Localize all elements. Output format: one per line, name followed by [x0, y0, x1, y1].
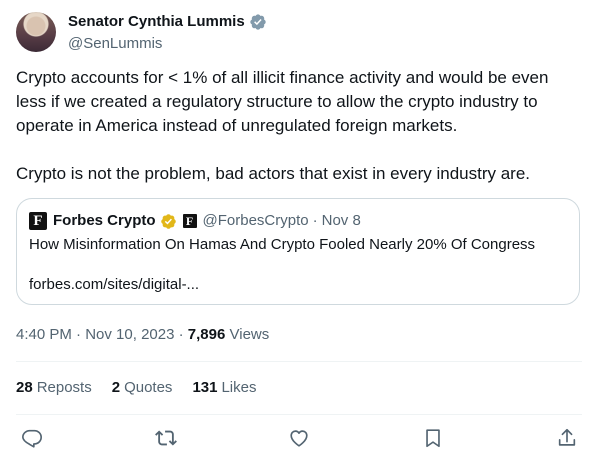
- tweet-text: Crypto accounts for < 1% of all illicit …: [16, 66, 582, 186]
- reposts-count: 28: [16, 379, 33, 396]
- affiliate-badge-icon: F: [182, 214, 197, 228]
- likes-label: Likes: [221, 379, 257, 396]
- repost-icon: [155, 430, 177, 446]
- author-handle[interactable]: @SenLummis: [68, 34, 267, 54]
- author-name[interactable]: Senator Cynthia Lummis: [68, 12, 245, 32]
- reposts-label: Reposts: [36, 379, 92, 396]
- quotes-count: 2: [111, 379, 121, 396]
- separator-dot: ·: [178, 326, 184, 343]
- quote-author-handle[interactable]: @ForbesCrypto: [203, 211, 309, 231]
- likes-stat[interactable]: 131 Likes: [192, 378, 256, 398]
- divider: [16, 414, 582, 415]
- author-block: Senator Cynthia Lummis @SenLummis: [68, 12, 267, 54]
- reposts-stat[interactable]: 28 Reposts: [16, 378, 92, 398]
- likes-count: 131: [192, 379, 218, 396]
- divider: [16, 361, 582, 362]
- quote-header: F Forbes Crypto F @ForbesCrypto · Nov 8: [29, 211, 361, 231]
- views-count: 7,896: [187, 326, 226, 343]
- bookmark-button[interactable]: [421, 426, 445, 450]
- forbes-avatar[interactable]: F: [29, 212, 47, 230]
- quote-text: How Misinformation On Hamas And Crypto F…: [29, 236, 536, 253]
- tweet-time[interactable]: 4:40 PM: [16, 326, 72, 343]
- tweet-meta: 4:40 PM · Nov 10, 2023 · 7,896 Views: [16, 325, 269, 345]
- verified-gold-badge-icon: [160, 213, 176, 229]
- action-bar: [0, 422, 598, 456]
- quoted-tweet-card[interactable]: F Forbes Crypto F @ForbesCrypto · Nov 8 …: [16, 198, 580, 305]
- separator-dot: ·: [76, 326, 82, 343]
- views-label: Views: [229, 326, 270, 343]
- quote-link[interactable]: forbes.com/sites/digital-...: [29, 275, 199, 295]
- share-button[interactable]: [555, 426, 579, 450]
- separator-dot: ·: [312, 212, 318, 229]
- like-button[interactable]: [287, 426, 311, 450]
- heart-icon: [290, 430, 308, 447]
- reply-icon: [22, 429, 42, 448]
- engagement-stats: 28 Reposts 2 Quotes 131 Likes: [16, 378, 277, 398]
- verified-badge-icon: [250, 14, 266, 30]
- quote-date[interactable]: Nov 8: [322, 211, 361, 231]
- tweet-paragraph: Crypto accounts for < 1% of all illicit …: [16, 68, 549, 135]
- quotes-label: Quotes: [124, 379, 173, 396]
- author-name-row: Senator Cynthia Lummis: [68, 12, 267, 32]
- tweet-header: Senator Cynthia Lummis @SenLummis: [16, 12, 267, 54]
- quotes-stat[interactable]: 2 Quotes: [112, 378, 173, 398]
- reply-button[interactable]: [20, 426, 44, 450]
- bookmark-icon: [426, 429, 440, 448]
- repost-button[interactable]: [154, 426, 178, 450]
- share-icon: [558, 428, 576, 446]
- quote-author-name[interactable]: Forbes Crypto: [53, 211, 156, 231]
- avatar[interactable]: [16, 12, 56, 52]
- tweet-date[interactable]: Nov 10, 2023: [85, 326, 174, 343]
- tweet-paragraph: Crypto is not the problem, bad actors th…: [16, 164, 531, 183]
